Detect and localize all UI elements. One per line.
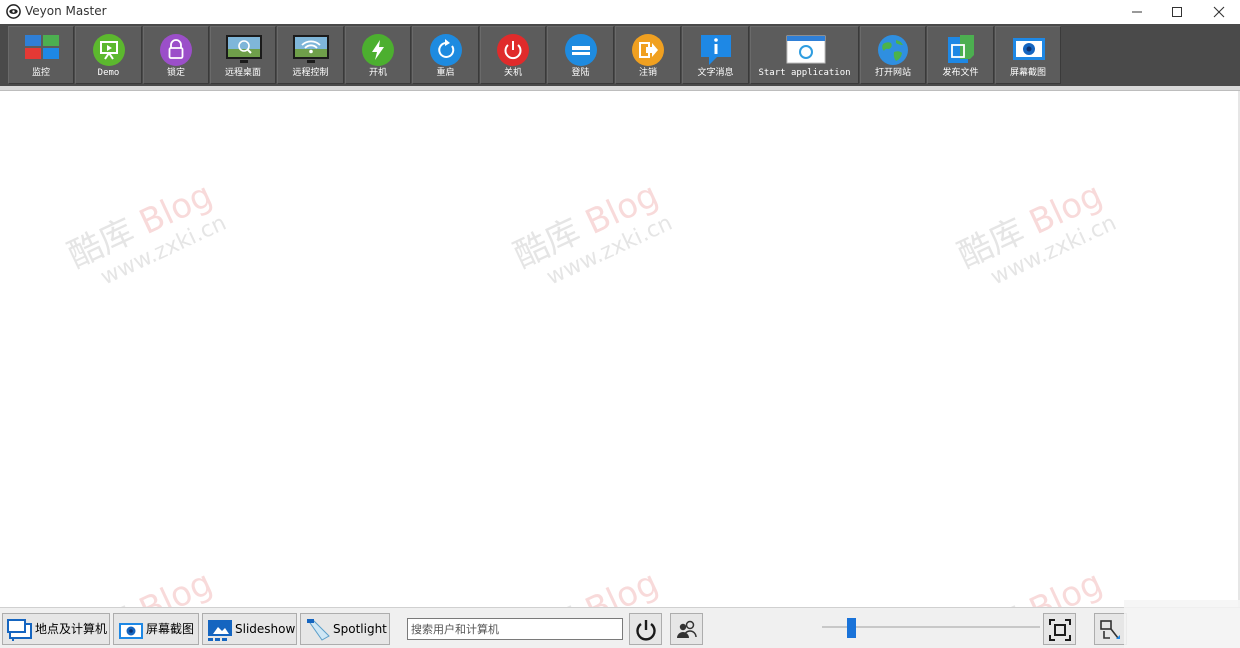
camera-icon <box>1013 38 1045 60</box>
file-transfer-icon <box>948 35 974 63</box>
presentation-icon <box>93 34 125 66</box>
main-toolbar: 监控 Demo 锁定 远程桌面 远程控制 开机 重启 关机 登陆 注销 文字消息… <box>0 24 1240 86</box>
logout-icon <box>632 34 664 66</box>
computer-monitor-icon <box>7 619 32 641</box>
globe-icon <box>878 35 908 65</box>
toolbar-open-website-label: 打开网站 <box>874 68 911 78</box>
window-corner-overlay <box>1124 600 1240 648</box>
toolbar-power-down-button[interactable]: 关机 <box>480 26 546 84</box>
toolbar-screenshot-button[interactable]: 屏幕截图 <box>995 26 1061 84</box>
camera-icon <box>119 623 143 639</box>
computer-monitoring-area[interactable] <box>0 91 1240 607</box>
spotlight-label: Spotlight <box>333 622 387 636</box>
power-on-icon <box>362 34 394 66</box>
toolbar-send-file-label: 发布文件 <box>942 68 979 78</box>
info-message-icon <box>701 35 731 65</box>
toolbar-screenshot-label: 屏幕截图 <box>1009 68 1046 78</box>
title-bar: Veyon Master <box>0 0 1240 24</box>
fit-to-window-icon <box>1049 619 1071 641</box>
toolbar-lock-button[interactable]: 锁定 <box>143 26 209 84</box>
toolbar-remote-view-label: 远程桌面 <box>224 68 261 78</box>
close-button[interactable] <box>1198 0 1240 24</box>
screenshots-label: 屏幕截图 <box>146 622 195 636</box>
toolbar-logout-button[interactable]: 注销 <box>615 26 681 84</box>
toolbar-reboot-label: 重启 <box>436 68 455 78</box>
bottom-bar: 地点及计算机 屏幕截图 Slideshow Spotlight 搜索用户和计算机 <box>0 607 1240 648</box>
toolbar-start-application-label: Start application <box>758 68 851 78</box>
toolbar-remote-control-button[interactable]: 远程控制 <box>277 26 344 84</box>
toolbar-text-message-button[interactable]: 文字消息 <box>682 26 749 84</box>
toolbar-power-on-label: 开机 <box>368 68 387 78</box>
login-icon <box>565 34 597 66</box>
toolbar-monitor-button[interactable]: 监控 <box>8 26 74 84</box>
search-users-computers-input[interactable] <box>407 618 623 640</box>
zoom-slider-handle[interactable] <box>847 618 857 638</box>
users-icon <box>677 620 697 638</box>
toolbar-open-website-button[interactable]: 打开网站 <box>860 26 926 84</box>
toolbar-send-file-button[interactable]: 发布文件 <box>927 26 994 84</box>
toolbar-reboot-button[interactable]: 重启 <box>412 26 479 84</box>
toolbar-login-label: 登陆 <box>571 68 590 78</box>
maximize-icon <box>1172 7 1182 17</box>
toolbar-demo-button[interactable]: Demo <box>75 26 142 84</box>
toolbar-text-message-label: 文字消息 <box>697 68 734 78</box>
toolbar-power-down-label: 关机 <box>503 68 522 78</box>
toolbar-start-application-button[interactable]: Start application <box>750 26 859 84</box>
arrange-icon <box>1100 620 1120 639</box>
spotlight-button[interactable]: Spotlight <box>300 613 390 645</box>
remote-view-icon <box>226 35 262 63</box>
locations-computers-label: 地点及计算机 <box>35 622 108 636</box>
monitor-grid-icon <box>25 35 59 59</box>
slideshow-icon <box>208 620 232 641</box>
spotlight-icon <box>307 619 330 641</box>
minimize-button[interactable] <box>1116 0 1158 24</box>
window-title: Veyon Master <box>25 4 107 18</box>
screenshots-button[interactable]: 屏幕截图 <box>113 613 199 645</box>
power-off-icon <box>497 34 529 66</box>
toolbar-monitor-label: 监控 <box>31 68 50 78</box>
toolbar-lock-label: 锁定 <box>166 68 185 78</box>
toolbar-remote-view-button[interactable]: 远程桌面 <box>210 26 276 84</box>
close-icon <box>1213 6 1225 18</box>
maximize-button[interactable] <box>1156 0 1198 24</box>
toolbar-demo-label: Demo <box>97 68 120 78</box>
remote-control-icon <box>293 35 329 63</box>
reboot-icon <box>430 34 462 66</box>
power-icon <box>636 620 656 641</box>
arrange-computers-button[interactable] <box>1094 613 1127 645</box>
locations-computers-button[interactable]: 地点及计算机 <box>2 613 110 645</box>
toolbar-power-on-button[interactable]: 开机 <box>345 26 411 84</box>
slideshow-label: Slideshow <box>235 622 296 636</box>
toolbar-remote-control-label: 远程控制 <box>292 68 329 78</box>
veyon-master-window: Veyon Master 监控 Demo 锁定 远程桌面 远程控制 开机 重启 … <box>0 0 1240 648</box>
toolbar-login-button[interactable]: 登陆 <box>547 26 614 84</box>
power-toggle-button[interactable] <box>629 613 662 645</box>
toolbar-logout-label: 注销 <box>638 68 657 78</box>
start-application-icon <box>786 35 826 64</box>
fit-to-window-button[interactable] <box>1043 613 1076 645</box>
slideshow-button[interactable]: Slideshow <box>202 613 297 645</box>
veyon-logo-icon <box>6 4 21 19</box>
minimize-icon <box>1132 11 1142 13</box>
user-login-button[interactable] <box>670 613 703 645</box>
lock-icon <box>160 34 192 66</box>
